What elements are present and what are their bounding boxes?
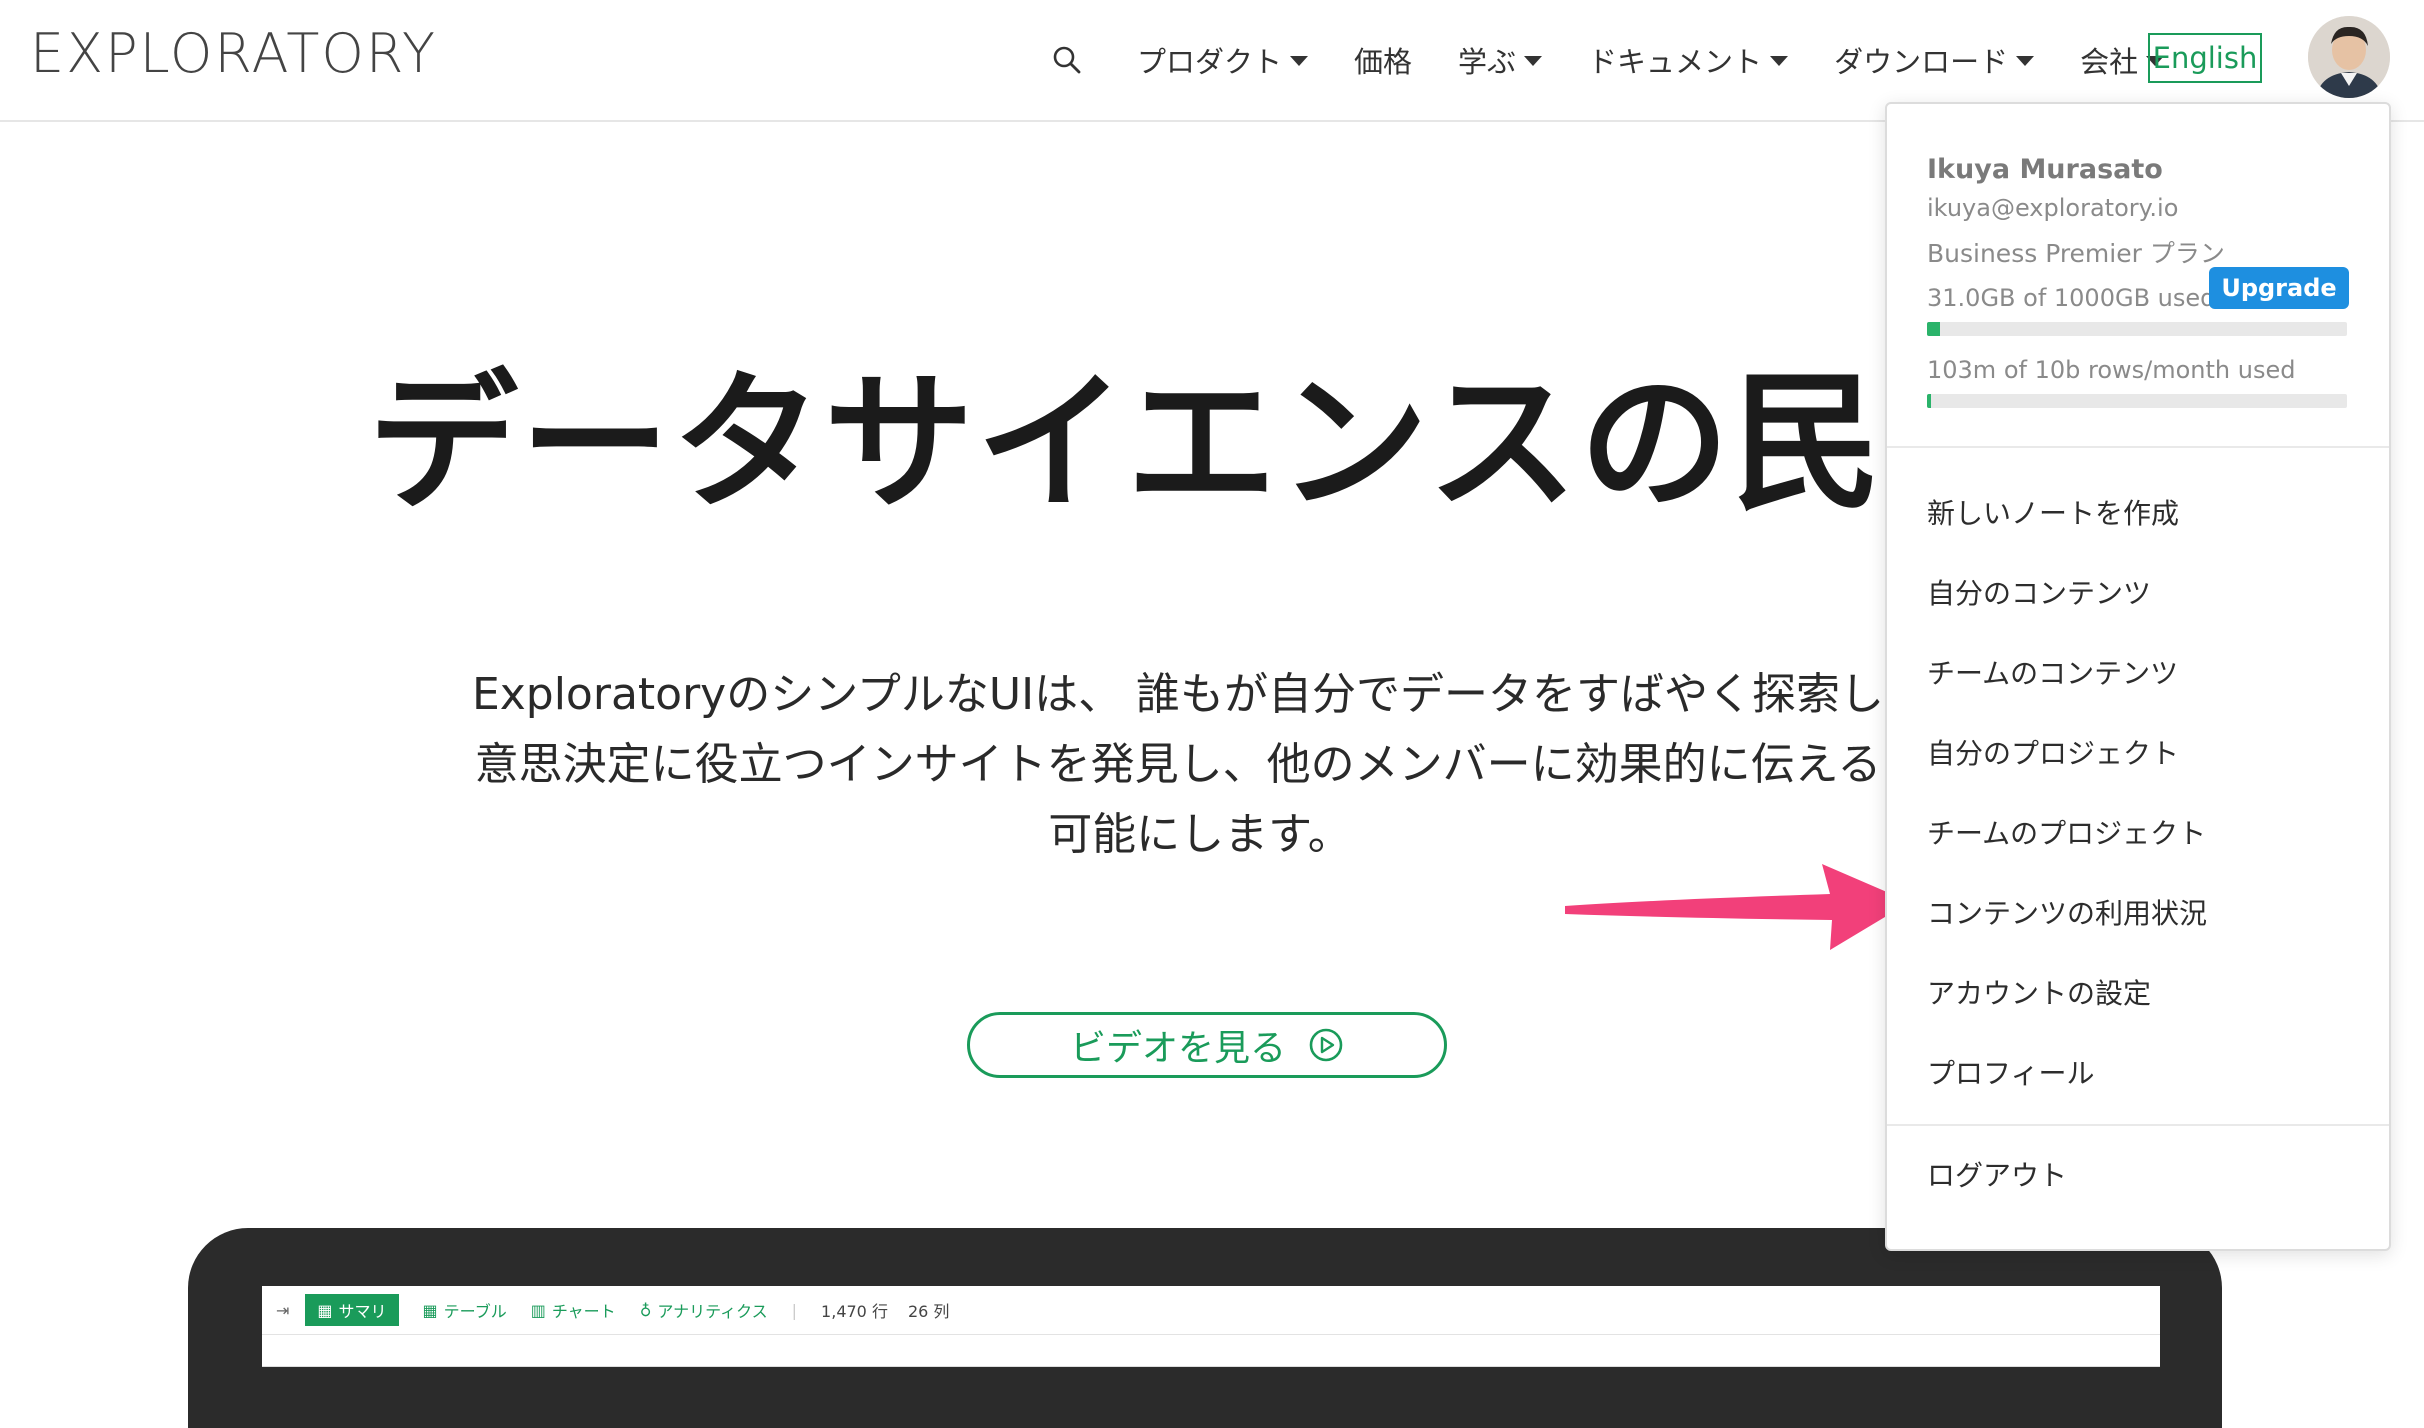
- collapse-icon: ⇥: [276, 1300, 290, 1320]
- rows-usage-fill: [1927, 394, 1932, 408]
- app-preview: ⇥ ▦ サマリ ▦ テーブル ▥ チャート ♁ アナリティクス | 1,470 行 26…: [262, 1286, 2160, 1367]
- user-email: ikuya@exploratory.io: [1927, 194, 2179, 222]
- bulb-icon: ♁: [639, 1300, 652, 1320]
- grid-icon: ▦: [317, 1300, 333, 1320]
- pointer-arrow-icon: [1565, 864, 1910, 950]
- caret-down-icon: [2016, 56, 2035, 66]
- nav-download[interactable]: ダウンロード: [1834, 39, 2035, 81]
- hero-description-line: ExploratoryのシンプルなUIは、 誰もが自分でデータをすばやく探索し、: [471, 669, 1929, 720]
- tab-summary[interactable]: ▦ サマリ: [305, 1294, 399, 1326]
- caret-down-icon: [1770, 56, 1789, 66]
- avatar[interactable]: [2308, 16, 2390, 98]
- account-dropdown: Ikuya Murasato ikuya@exploratory.io Busi…: [1885, 102, 2391, 1251]
- hero-description-line: 意思決定に役立つインサイトを発見し、他のメンバーに効果的に伝えるこ: [474, 739, 1926, 790]
- divider: |: [791, 1300, 798, 1320]
- divider: [1887, 446, 2389, 448]
- storage-usage-fill: [1927, 322, 1941, 336]
- user-name: Ikuya Murasato: [1927, 154, 2163, 185]
- watch-video-button[interactable]: ビデオを見る: [967, 1012, 1447, 1078]
- search-icon[interactable]: [1045, 38, 1089, 82]
- english-button[interactable]: English: [2148, 33, 2262, 83]
- tab-chart[interactable]: ▥ チャート: [531, 1298, 616, 1322]
- caret-down-icon: [1524, 56, 1543, 66]
- account-menu-list: 新しいノートを作成 自分のコンテンツ チームのコンテンツ 自分のプロジェクト チ…: [1927, 474, 2207, 1114]
- caret-down-icon: [1290, 56, 1309, 66]
- nav-product[interactable]: プロダクト: [1137, 39, 1309, 81]
- user-plan: Business Premier プラン: [1927, 239, 2225, 268]
- logout-button[interactable]: ログアウト: [1927, 1154, 2067, 1194]
- upgrade-button[interactable]: Upgrade: [2209, 267, 2349, 309]
- chart-icon: ▥: [530, 1300, 546, 1320]
- app-toolbar: ⇥ ▦ サマリ ▦ テーブル ▥ チャート ♁ アナリティクス | 1,470 行 26…: [262, 1286, 2160, 1335]
- storage-usage-text: 31.0GB of 1000GB used: [1927, 284, 2216, 312]
- exploratory-logo[interactable]: EXPLORATORY: [30, 22, 437, 85]
- tab-analytics[interactable]: ♁ アナリティクス: [640, 1298, 768, 1322]
- menu-item-new-note[interactable]: 新しいノートを作成: [1927, 454, 2207, 554]
- tab-table[interactable]: ▦ テーブル: [423, 1298, 507, 1322]
- column-count: 26 列: [907, 1302, 950, 1321]
- storage-usage-bar: [1927, 322, 2347, 336]
- hero-title: データサイエンスの民主: [368, 357, 2036, 531]
- table-icon: ▦: [422, 1300, 438, 1320]
- hero-description: ExploratoryのシンプルなUIは、 誰もが自分でデータをすばやく探索し、…: [380, 660, 2020, 870]
- divider: [1887, 1124, 2389, 1126]
- rows-usage-text: 103m of 10b rows/month used: [1927, 356, 2296, 384]
- nav-docs[interactable]: ドキュメント: [1588, 39, 1789, 81]
- play-icon: [1309, 1028, 1343, 1062]
- rows-usage-bar: [1927, 394, 2347, 408]
- row-count: 1,470 行: [821, 1302, 888, 1321]
- nav-learn[interactable]: 学ぶ: [1458, 39, 1543, 81]
- main-nav: プロダクト 価格 学ぶ ドキュメント ダウンロード 会社: [1045, 38, 2210, 82]
- nav-pricing[interactable]: 価格: [1354, 39, 1412, 81]
